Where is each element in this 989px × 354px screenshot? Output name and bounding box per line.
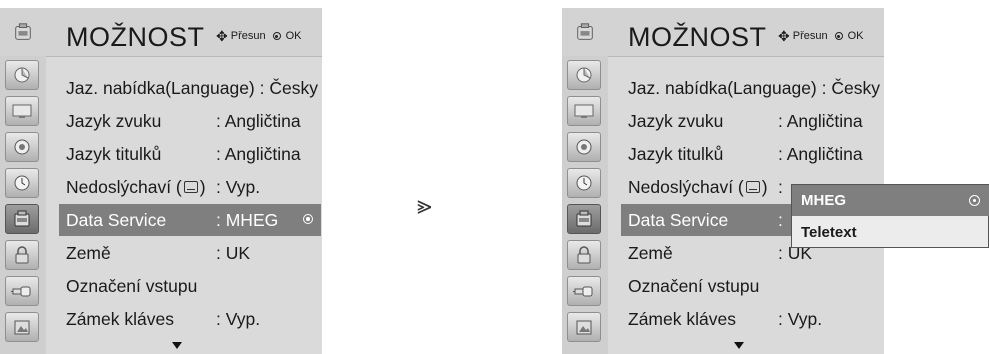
item-label-post: ) xyxy=(199,177,206,197)
option-label: MHEG xyxy=(801,192,846,209)
usb-photo-icon[interactable] xyxy=(567,312,601,342)
scroll-down-icon[interactable] xyxy=(172,342,182,349)
item-label: Nedoslýchaví () xyxy=(66,171,206,203)
item-label: Země xyxy=(628,243,673,263)
menu-item-subtitle-language[interactable]: Jazyk titulků : Angličtina xyxy=(621,138,883,170)
item-value: : Vyp. xyxy=(778,309,823,329)
popup-option-mheg[interactable]: MHEG xyxy=(792,185,989,216)
item-label: Označení vstupu xyxy=(628,276,760,296)
ok-button-icon xyxy=(834,32,843,40)
time-icon[interactable] xyxy=(567,168,601,198)
menu-title: MOŽNOST xyxy=(66,22,205,52)
input-icon[interactable] xyxy=(567,276,601,306)
item-label: Jazyk titulků xyxy=(66,144,162,164)
subtitle-cc-icon xyxy=(183,181,198,194)
radio-selected-icon xyxy=(969,195,980,206)
menu-item-audio-language[interactable]: Jazyk zvuku : Angličtina xyxy=(621,105,883,137)
item-label: Zámek kláves xyxy=(66,309,174,329)
menu-item-country[interactable]: Země : UK xyxy=(59,237,321,269)
option-header-icon xyxy=(8,16,38,48)
item-label: Jazyk zvuku xyxy=(628,111,724,131)
option-icon[interactable] xyxy=(567,204,601,234)
item-value: : UK xyxy=(216,243,251,263)
menu-title: MOŽNOST xyxy=(628,22,767,52)
move-arrows-icon: ✥ xyxy=(778,28,790,44)
item-label: Nedoslýchaví () xyxy=(628,171,768,203)
audio-icon[interactable] xyxy=(5,132,39,162)
item-label: Zámek kláves xyxy=(628,309,736,329)
input-icon[interactable] xyxy=(5,276,39,306)
transition-arrow: ⪢ xyxy=(417,190,432,220)
screen-icon[interactable] xyxy=(5,96,39,126)
hint-ok-label: OK xyxy=(847,30,864,42)
item-value: : Vyp. xyxy=(216,177,261,197)
lock-icon[interactable] xyxy=(5,240,39,270)
item-value: : Vyp. xyxy=(216,309,261,329)
item-value: : MHEG xyxy=(216,210,279,230)
item-label: Jazyk zvuku xyxy=(66,111,162,131)
menu-item-key-lock[interactable]: Zámek kláves : Vyp. xyxy=(621,303,883,335)
item-value: : Angličtina xyxy=(216,111,301,131)
audio-icon[interactable] xyxy=(567,132,601,162)
hint-move-label: Přesun xyxy=(792,30,828,42)
navigation-hint: ✥ Přesun OK xyxy=(778,28,864,44)
data-service-popup: MHEG Teletext xyxy=(791,184,989,248)
item-label: Jaz. nabídka(Language) : Česky xyxy=(66,78,318,98)
option-menu-before: MOŽNOST ✥ Přesun OK Jaz. nabídka(Languag… xyxy=(0,8,322,354)
subtitle-cc-icon xyxy=(745,181,760,194)
option-icon[interactable] xyxy=(5,204,39,234)
item-label: Označení vstupu xyxy=(66,276,198,296)
menu-item-audio-language[interactable]: Jazyk zvuku : Angličtina xyxy=(59,105,321,137)
item-label: Jaz. nabídka(Language) : Česky xyxy=(628,78,880,98)
menu-header: MOŽNOST ✥ Přesun OK xyxy=(0,8,322,57)
menu-item-data-service[interactable]: Data Service : MHEG xyxy=(59,204,321,236)
item-label-post: ) xyxy=(761,177,768,197)
screen-icon[interactable] xyxy=(567,96,601,126)
menu-header: MOŽNOST ✥ Přesun OK xyxy=(562,8,884,57)
item-label: Jazyk titulků xyxy=(628,144,724,164)
ok-select-icon xyxy=(303,214,313,224)
item-value: : Angličtina xyxy=(216,144,301,164)
move-arrows-icon: ✥ xyxy=(216,28,228,44)
item-value: : xyxy=(778,177,783,197)
item-label: Země xyxy=(66,243,111,263)
menu-item-key-lock[interactable]: Zámek kláves : Vyp. xyxy=(59,303,321,335)
category-sidebar xyxy=(0,56,46,354)
popup-option-teletext[interactable]: Teletext xyxy=(792,217,989,248)
item-value: : Angličtina xyxy=(778,111,863,131)
hint-move-label: Přesun xyxy=(230,30,266,42)
menu-item-subtitle-language[interactable]: Jazyk titulků : Angličtina xyxy=(59,138,321,170)
scroll-down-icon[interactable] xyxy=(734,342,744,349)
ok-button-icon xyxy=(272,32,281,40)
picture-setup-icon[interactable] xyxy=(567,60,601,90)
menu-item-language[interactable]: Jaz. nabídka(Language) : Česky xyxy=(621,72,883,104)
navigation-hint: ✥ Přesun OK xyxy=(216,28,302,44)
picture-setup-icon[interactable] xyxy=(5,60,39,90)
menu-item-language[interactable]: Jaz. nabídka(Language) : Česky xyxy=(59,72,321,104)
item-label: Data Service xyxy=(66,210,167,230)
item-label-pre: Nedoslýchaví ( xyxy=(628,177,744,197)
lock-icon[interactable] xyxy=(567,240,601,270)
option-menu-after: MOŽNOST ✥ Přesun OK Jaz. nabídka(Languag… xyxy=(562,8,884,354)
category-sidebar xyxy=(562,56,608,354)
menu-item-hard-of-hearing[interactable]: Nedoslýchaví () : Vyp. xyxy=(59,171,321,203)
item-value: : xyxy=(778,210,783,230)
hint-ok-label: OK xyxy=(285,30,302,42)
item-value: : Angličtina xyxy=(778,144,863,164)
option-label: Teletext xyxy=(801,224,857,241)
option-header-icon xyxy=(570,16,600,48)
usb-photo-icon[interactable] xyxy=(5,312,39,342)
item-label: Data Service xyxy=(628,210,729,230)
item-label-pre: Nedoslýchaví ( xyxy=(66,177,182,197)
menu-item-input-label[interactable]: Označení vstupu xyxy=(59,270,321,302)
menu-item-input-label[interactable]: Označení vstupu xyxy=(621,270,883,302)
time-icon[interactable] xyxy=(5,168,39,198)
